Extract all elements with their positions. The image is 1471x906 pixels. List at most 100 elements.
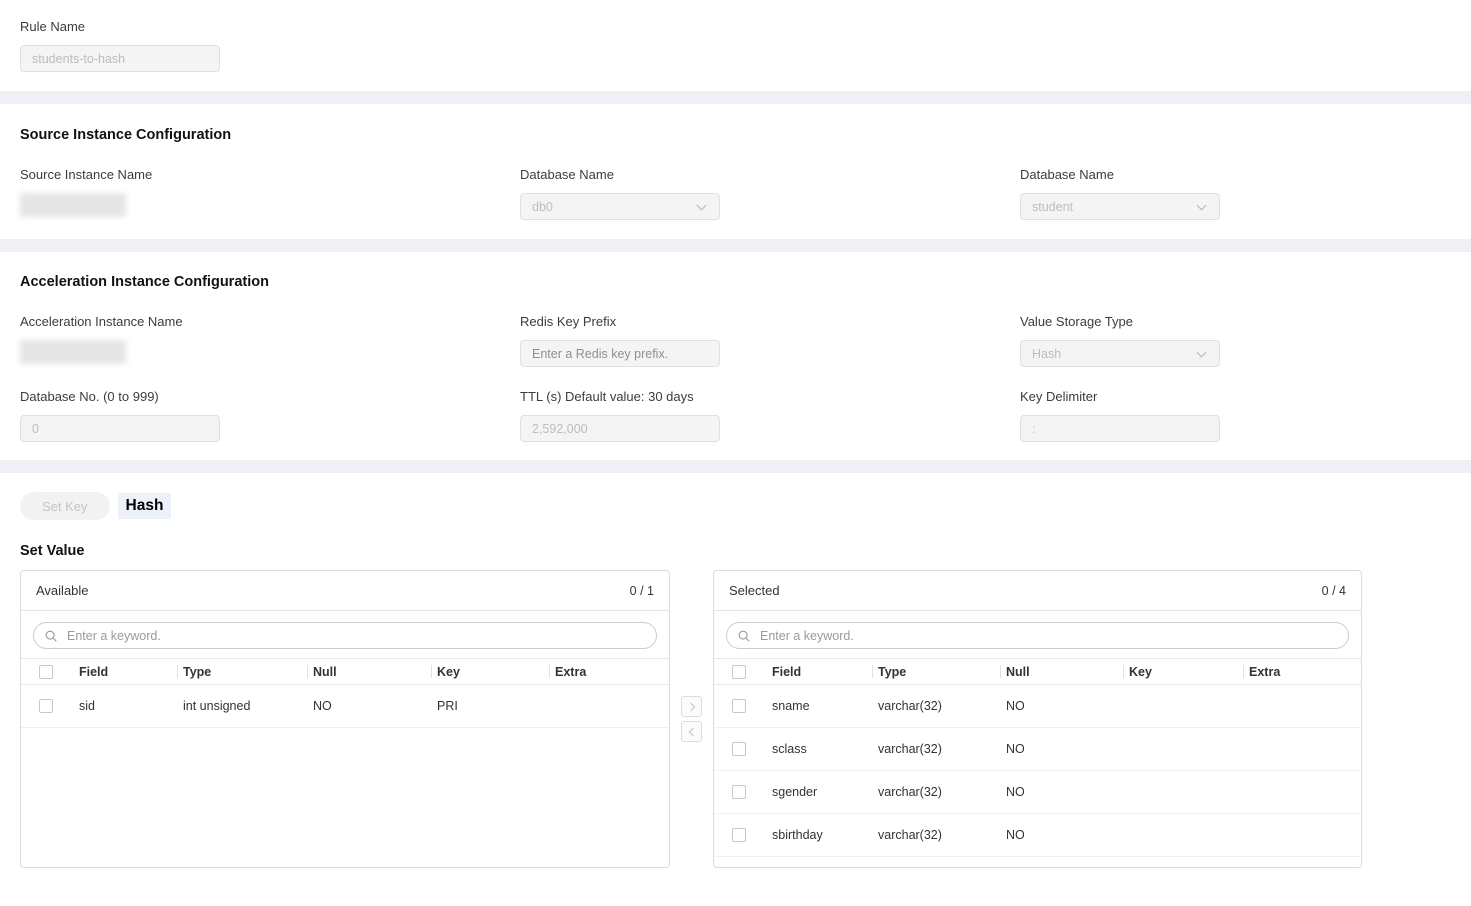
field-transfer: Available 0 / 1 Field Type (0, 570, 1471, 868)
section-divider (0, 91, 1471, 104)
acceleration-instance-name-field: Acceleration Instance Name (20, 314, 520, 367)
source-database-value: db0 (532, 200, 553, 214)
cell-key: PRI (431, 685, 549, 728)
cell-key (1123, 685, 1243, 728)
ttl-input (520, 415, 720, 442)
source-instance-name-label: Source Instance Name (20, 167, 520, 182)
selected-panel: Selected 0 / 4 Field Type (713, 570, 1362, 868)
cell-extra (1243, 728, 1361, 771)
chevron-down-icon (1197, 348, 1207, 358)
table-row[interactable]: sname varchar(32) NO (714, 685, 1361, 728)
source-instance-name-field: Source Instance Name (20, 167, 520, 220)
acceleration-instance-section: Acceleration Instance Configuration Acce… (0, 252, 1471, 460)
selected-panel-header: Selected 0 / 4 (714, 571, 1361, 611)
column-header-extra: Extra (1243, 659, 1361, 685)
redis-key-prefix-input[interactable] (520, 340, 720, 367)
source-instance-name-redacted (20, 193, 126, 217)
row-checkbox[interactable] (732, 828, 746, 842)
key-delimiter-field: Key Delimiter (1020, 389, 1451, 442)
available-select-all-cell (21, 659, 73, 685)
set-key-row: Set Key Hash (0, 473, 1471, 520)
available-panel: Available 0 / 1 Field Type (20, 570, 670, 868)
available-count: 0 / 1 (630, 584, 654, 598)
value-storage-type-value: Hash (1032, 347, 1061, 361)
cell-null: NO (1000, 728, 1123, 771)
column-header-key: Key (1123, 659, 1243, 685)
cell-type: varchar(32) (872, 771, 1000, 814)
selected-table: Field Type Null Key Extra sname varchar(… (714, 658, 1361, 857)
value-storage-type-field: Value Storage Type Hash (1020, 314, 1451, 367)
column-header-field: Field (73, 659, 177, 685)
search-icon (44, 629, 58, 643)
column-header-null: Null (1000, 659, 1123, 685)
set-value-title: Set Value (0, 520, 1471, 570)
column-header-type: Type (872, 659, 1000, 685)
cell-null: NO (1000, 814, 1123, 857)
cell-field: sid (73, 685, 177, 728)
row-checkbox-cell (714, 685, 766, 728)
cell-key (1123, 771, 1243, 814)
row-checkbox[interactable] (39, 699, 53, 713)
cell-null: NO (307, 685, 431, 728)
cell-extra (1243, 814, 1361, 857)
available-panel-header: Available 0 / 1 (21, 571, 669, 611)
database-no-field: Database No. (0 to 999) (20, 389, 520, 442)
cell-type: varchar(32) (872, 728, 1000, 771)
section-divider (0, 239, 1471, 252)
cell-field: sbirthday (766, 814, 872, 857)
selected-select-all-checkbox[interactable] (732, 665, 746, 679)
move-left-button[interactable] (681, 721, 702, 742)
acceleration-section-title: Acceleration Instance Configuration (20, 274, 1451, 290)
selected-search-box[interactable] (726, 622, 1349, 649)
column-header-extra: Extra (549, 659, 669, 685)
cell-extra (1243, 685, 1361, 728)
chevron-down-icon (1197, 201, 1207, 211)
move-right-button[interactable] (681, 696, 702, 717)
column-header-type: Type (177, 659, 307, 685)
table-row[interactable]: sbirthday varchar(32) NO (714, 814, 1361, 857)
rule-name-section: Rule Name (0, 0, 1471, 91)
acceleration-instance-name-redacted (20, 340, 126, 364)
value-type-badge: Hash (118, 493, 172, 520)
table-row[interactable]: sgender varchar(32) NO (714, 771, 1361, 814)
available-search-input[interactable] (65, 628, 646, 644)
rule-name-input (20, 45, 220, 72)
key-delimiter-label: Key Delimiter (1020, 389, 1451, 404)
row-checkbox-cell (714, 771, 766, 814)
transfer-buttons (670, 570, 713, 868)
row-checkbox[interactable] (732, 742, 746, 756)
cell-type: int unsigned (177, 685, 307, 728)
table-row[interactable]: sid int unsigned NO PRI (21, 685, 669, 728)
search-icon (737, 629, 751, 643)
selected-panel-title: Selected (729, 583, 780, 598)
selected-search-input[interactable] (758, 628, 1338, 644)
cell-null: NO (1000, 685, 1123, 728)
available-panel-title: Available (36, 583, 89, 598)
redis-key-prefix-field: Redis Key Prefix (520, 314, 1020, 367)
row-checkbox[interactable] (732, 699, 746, 713)
chevron-down-icon (697, 201, 707, 211)
value-storage-type-label: Value Storage Type (1020, 314, 1451, 329)
ttl-label: TTL (s) Default value: 30 days (520, 389, 1020, 404)
row-checkbox[interactable] (732, 785, 746, 799)
column-header-field: Field (766, 659, 872, 685)
table-row[interactable]: sclass varchar(32) NO (714, 728, 1361, 771)
available-search-box[interactable] (33, 622, 657, 649)
cell-key (1123, 814, 1243, 857)
available-search-wrap (21, 611, 669, 658)
selected-select-all-cell (714, 659, 766, 685)
source-table-value: student (1032, 200, 1073, 214)
source-table-field: Database Name student (1020, 167, 1451, 220)
available-select-all-checkbox[interactable] (39, 665, 53, 679)
ttl-field: TTL (s) Default value: 30 days (520, 389, 1020, 442)
source-database-field: Database Name db0 (520, 167, 1020, 220)
key-delimiter-input (1020, 415, 1220, 442)
source-database-label: Database Name (520, 167, 1020, 182)
cell-field: sgender (766, 771, 872, 814)
cell-field: sname (766, 685, 872, 728)
source-table-label: Database Name (1020, 167, 1451, 182)
cell-extra (1243, 771, 1361, 814)
cell-key (1123, 728, 1243, 771)
source-database-select: db0 (520, 193, 720, 220)
cell-extra (549, 685, 669, 728)
